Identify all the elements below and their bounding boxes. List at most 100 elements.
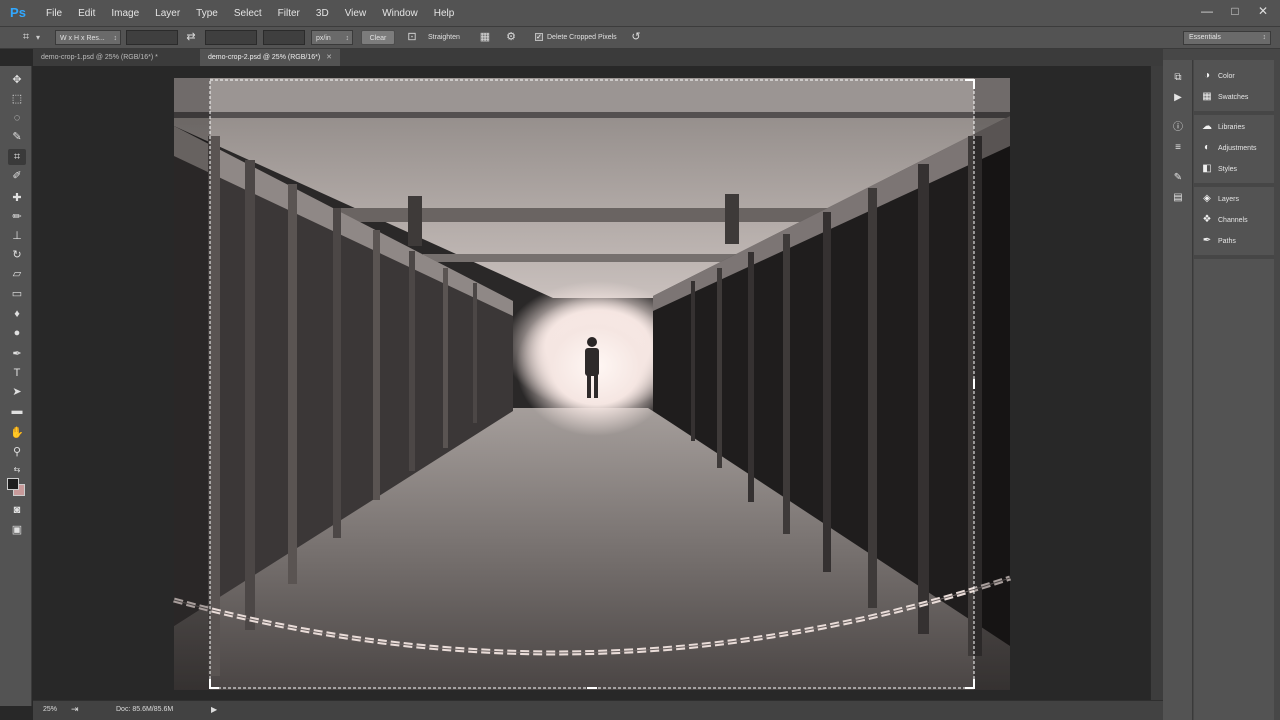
checkbox-checked-icon: ✓ bbox=[535, 33, 543, 42]
resolution-field[interactable] bbox=[263, 30, 305, 45]
tools-panel: ✥ ⬚ ◌ ✎ ⌗ ✐ ✚ ✏ ⊥ ↻ ▱ ▭ ♦ ● ✒ T ➤ ▬ ✋ ⚲ … bbox=[0, 66, 32, 706]
panel-divider bbox=[1194, 255, 1274, 259]
reset-icon[interactable]: ↺ bbox=[628, 30, 644, 45]
actions-panel-icon[interactable]: ▶ bbox=[1171, 92, 1185, 104]
menu-select[interactable]: Select bbox=[226, 0, 270, 27]
gear-icon[interactable]: ⚙ bbox=[503, 30, 519, 45]
panel-label: Layers bbox=[1218, 196, 1240, 203]
screen-mode-icon[interactable]: ▣ bbox=[8, 522, 26, 538]
quick-mask-icon[interactable]: ◙ bbox=[8, 502, 26, 518]
menu-view[interactable]: View bbox=[337, 0, 375, 27]
clone-stamp-tool-icon[interactable]: ⊥ bbox=[8, 228, 26, 244]
panel-label: Swatches bbox=[1218, 94, 1249, 101]
zoom-tool-icon[interactable]: ⚲ bbox=[8, 444, 26, 460]
panel-styles[interactable]: ◧ Styles bbox=[1200, 161, 1237, 177]
menu-window[interactable]: Window bbox=[374, 0, 426, 27]
tab-demo-crop-1[interactable]: demo-crop-1.psd @ 25% (RGB/16*) * bbox=[33, 49, 166, 66]
width-field[interactable] bbox=[126, 30, 178, 45]
options-bar: ⌗ ▾ W x H x Res... ⇄ px/in Clear ⊡ Strai… bbox=[0, 27, 1280, 49]
crop-shield-left bbox=[174, 78, 210, 690]
rectangle-tool-icon[interactable]: ▬ bbox=[8, 403, 26, 419]
type-tool-icon[interactable]: T bbox=[8, 365, 26, 381]
color-icon: ◑ bbox=[1203, 70, 1211, 81]
blur-tool-icon[interactable]: ♦ bbox=[8, 306, 26, 322]
swatches-icon: ▦ bbox=[1202, 91, 1212, 102]
zoom-level[interactable]: 25% bbox=[43, 706, 57, 713]
panel-color[interactable]: ◑ Color bbox=[1200, 68, 1235, 84]
menu-edit[interactable]: Edit bbox=[70, 0, 103, 27]
delete-cropped-pixels-checkbox[interactable]: ✓ Delete Cropped Pixels bbox=[535, 30, 617, 45]
panel-libraries[interactable]: ☁ Libraries bbox=[1200, 119, 1245, 135]
delete-cropped-label: Delete Cropped Pixels bbox=[547, 34, 617, 41]
hand-tool-icon[interactable]: ✋ bbox=[8, 425, 26, 441]
barn-photo bbox=[173, 78, 1011, 690]
crop-tool-preset-icon[interactable]: ⌗ bbox=[18, 30, 34, 45]
dodge-tool-icon[interactable]: ● bbox=[8, 325, 26, 341]
crop-shield-right bbox=[974, 78, 1010, 690]
menu-help[interactable]: Help bbox=[426, 0, 463, 27]
panel-channels[interactable]: ❖ Channels bbox=[1200, 212, 1248, 228]
marquee-tool-icon[interactable]: ⬚ bbox=[8, 91, 26, 107]
swap-icon[interactable]: ⇄ bbox=[183, 30, 199, 45]
info-panel-icon[interactable]: ⓘ bbox=[1171, 122, 1185, 134]
menu-layer[interactable]: Layer bbox=[147, 0, 188, 27]
channels-icon: ❖ bbox=[1202, 214, 1212, 225]
close-icon[interactable]: ✕ bbox=[326, 54, 332, 61]
overlay-grid-icon[interactable]: ▦ bbox=[477, 30, 493, 45]
straighten-icon[interactable]: ⊡ bbox=[404, 30, 420, 45]
document-canvas[interactable] bbox=[33, 66, 1150, 700]
workspace-select[interactable]: Essentials bbox=[1183, 31, 1271, 45]
tab-demo-crop-2[interactable]: demo-crop-2.psd @ 25% (RGB/16*) ✕ bbox=[200, 49, 341, 66]
healing-brush-tool-icon[interactable]: ✚ bbox=[8, 190, 26, 206]
brush-tool-icon[interactable]: ✏ bbox=[8, 209, 26, 225]
paths-icon: ✒ bbox=[1202, 235, 1212, 246]
menu-image[interactable]: Image bbox=[103, 0, 147, 27]
path-selection-tool-icon[interactable]: ➤ bbox=[8, 384, 26, 400]
panel-adjustments[interactable]: ◐ Adjustments bbox=[1200, 140, 1257, 156]
window-controls: — □ ✕ bbox=[1194, 2, 1276, 20]
default-colors-icon[interactable]: ⇆ bbox=[8, 462, 26, 478]
menu-filter[interactable]: Filter bbox=[270, 0, 308, 27]
eraser-tool-icon[interactable]: ▱ bbox=[8, 266, 26, 282]
quick-selection-tool-icon[interactable]: ✎ bbox=[8, 129, 26, 145]
panel-label: Paths bbox=[1218, 238, 1236, 245]
menu-type[interactable]: Type bbox=[188, 0, 226, 27]
panel-label: Adjustments bbox=[1218, 145, 1257, 152]
foreground-color-swatch[interactable] bbox=[7, 478, 19, 490]
minimize-button[interactable]: — bbox=[1194, 2, 1220, 20]
brush-panel-icon[interactable]: ▤ bbox=[1171, 192, 1185, 204]
pen-tool-icon[interactable]: ✒ bbox=[8, 346, 26, 362]
status-menu-arrow-icon[interactable]: ▶ bbox=[211, 705, 217, 714]
unit-select[interactable]: px/in bbox=[311, 30, 353, 46]
panel-divider bbox=[1194, 111, 1274, 115]
panel-paths[interactable]: ✒ Paths bbox=[1200, 233, 1236, 249]
history-panel-icon[interactable]: ⧉ bbox=[1171, 72, 1185, 84]
preset-dropdown-icon[interactable]: ▾ bbox=[36, 30, 40, 45]
close-button[interactable]: ✕ bbox=[1250, 2, 1276, 20]
crop-tool-icon[interactable]: ⌗ bbox=[8, 149, 26, 165]
height-field[interactable] bbox=[205, 30, 257, 45]
vertical-scrollbar[interactable] bbox=[1150, 66, 1163, 700]
menu-3d[interactable]: 3D bbox=[308, 0, 337, 27]
panel-divider bbox=[1194, 183, 1274, 187]
photoshop-logo: Ps bbox=[10, 5, 26, 20]
clear-button[interactable]: Clear bbox=[361, 30, 395, 45]
panel-swatches[interactable]: ▦ Swatches bbox=[1200, 89, 1248, 105]
export-icon[interactable]: ⇥ bbox=[71, 704, 79, 715]
straighten-button[interactable]: Straighten bbox=[428, 30, 460, 45]
adjustments-icon: ◐ bbox=[1203, 142, 1211, 153]
menu-file[interactable]: File bbox=[38, 0, 70, 27]
libraries-icon: ☁ bbox=[1202, 121, 1212, 132]
panel-label: Color bbox=[1218, 73, 1235, 80]
move-tool-icon[interactable]: ✥ bbox=[8, 72, 26, 88]
maximize-button[interactable]: □ bbox=[1222, 2, 1248, 20]
eyedropper-tool-icon[interactable]: ✐ bbox=[8, 168, 26, 184]
gradient-tool-icon[interactable]: ▭ bbox=[8, 286, 26, 302]
history-brush-tool-icon[interactable]: ↻ bbox=[8, 247, 26, 263]
panel-layers[interactable]: ◈ Layers bbox=[1200, 191, 1239, 207]
properties-panel-icon[interactable]: ≡ bbox=[1171, 142, 1185, 154]
ratio-select[interactable]: W x H x Res... bbox=[55, 30, 121, 46]
brush-presets-icon[interactable]: ✎ bbox=[1171, 172, 1185, 184]
lasso-tool-icon[interactable]: ◌ bbox=[8, 110, 26, 126]
styles-icon: ◧ bbox=[1202, 163, 1212, 174]
